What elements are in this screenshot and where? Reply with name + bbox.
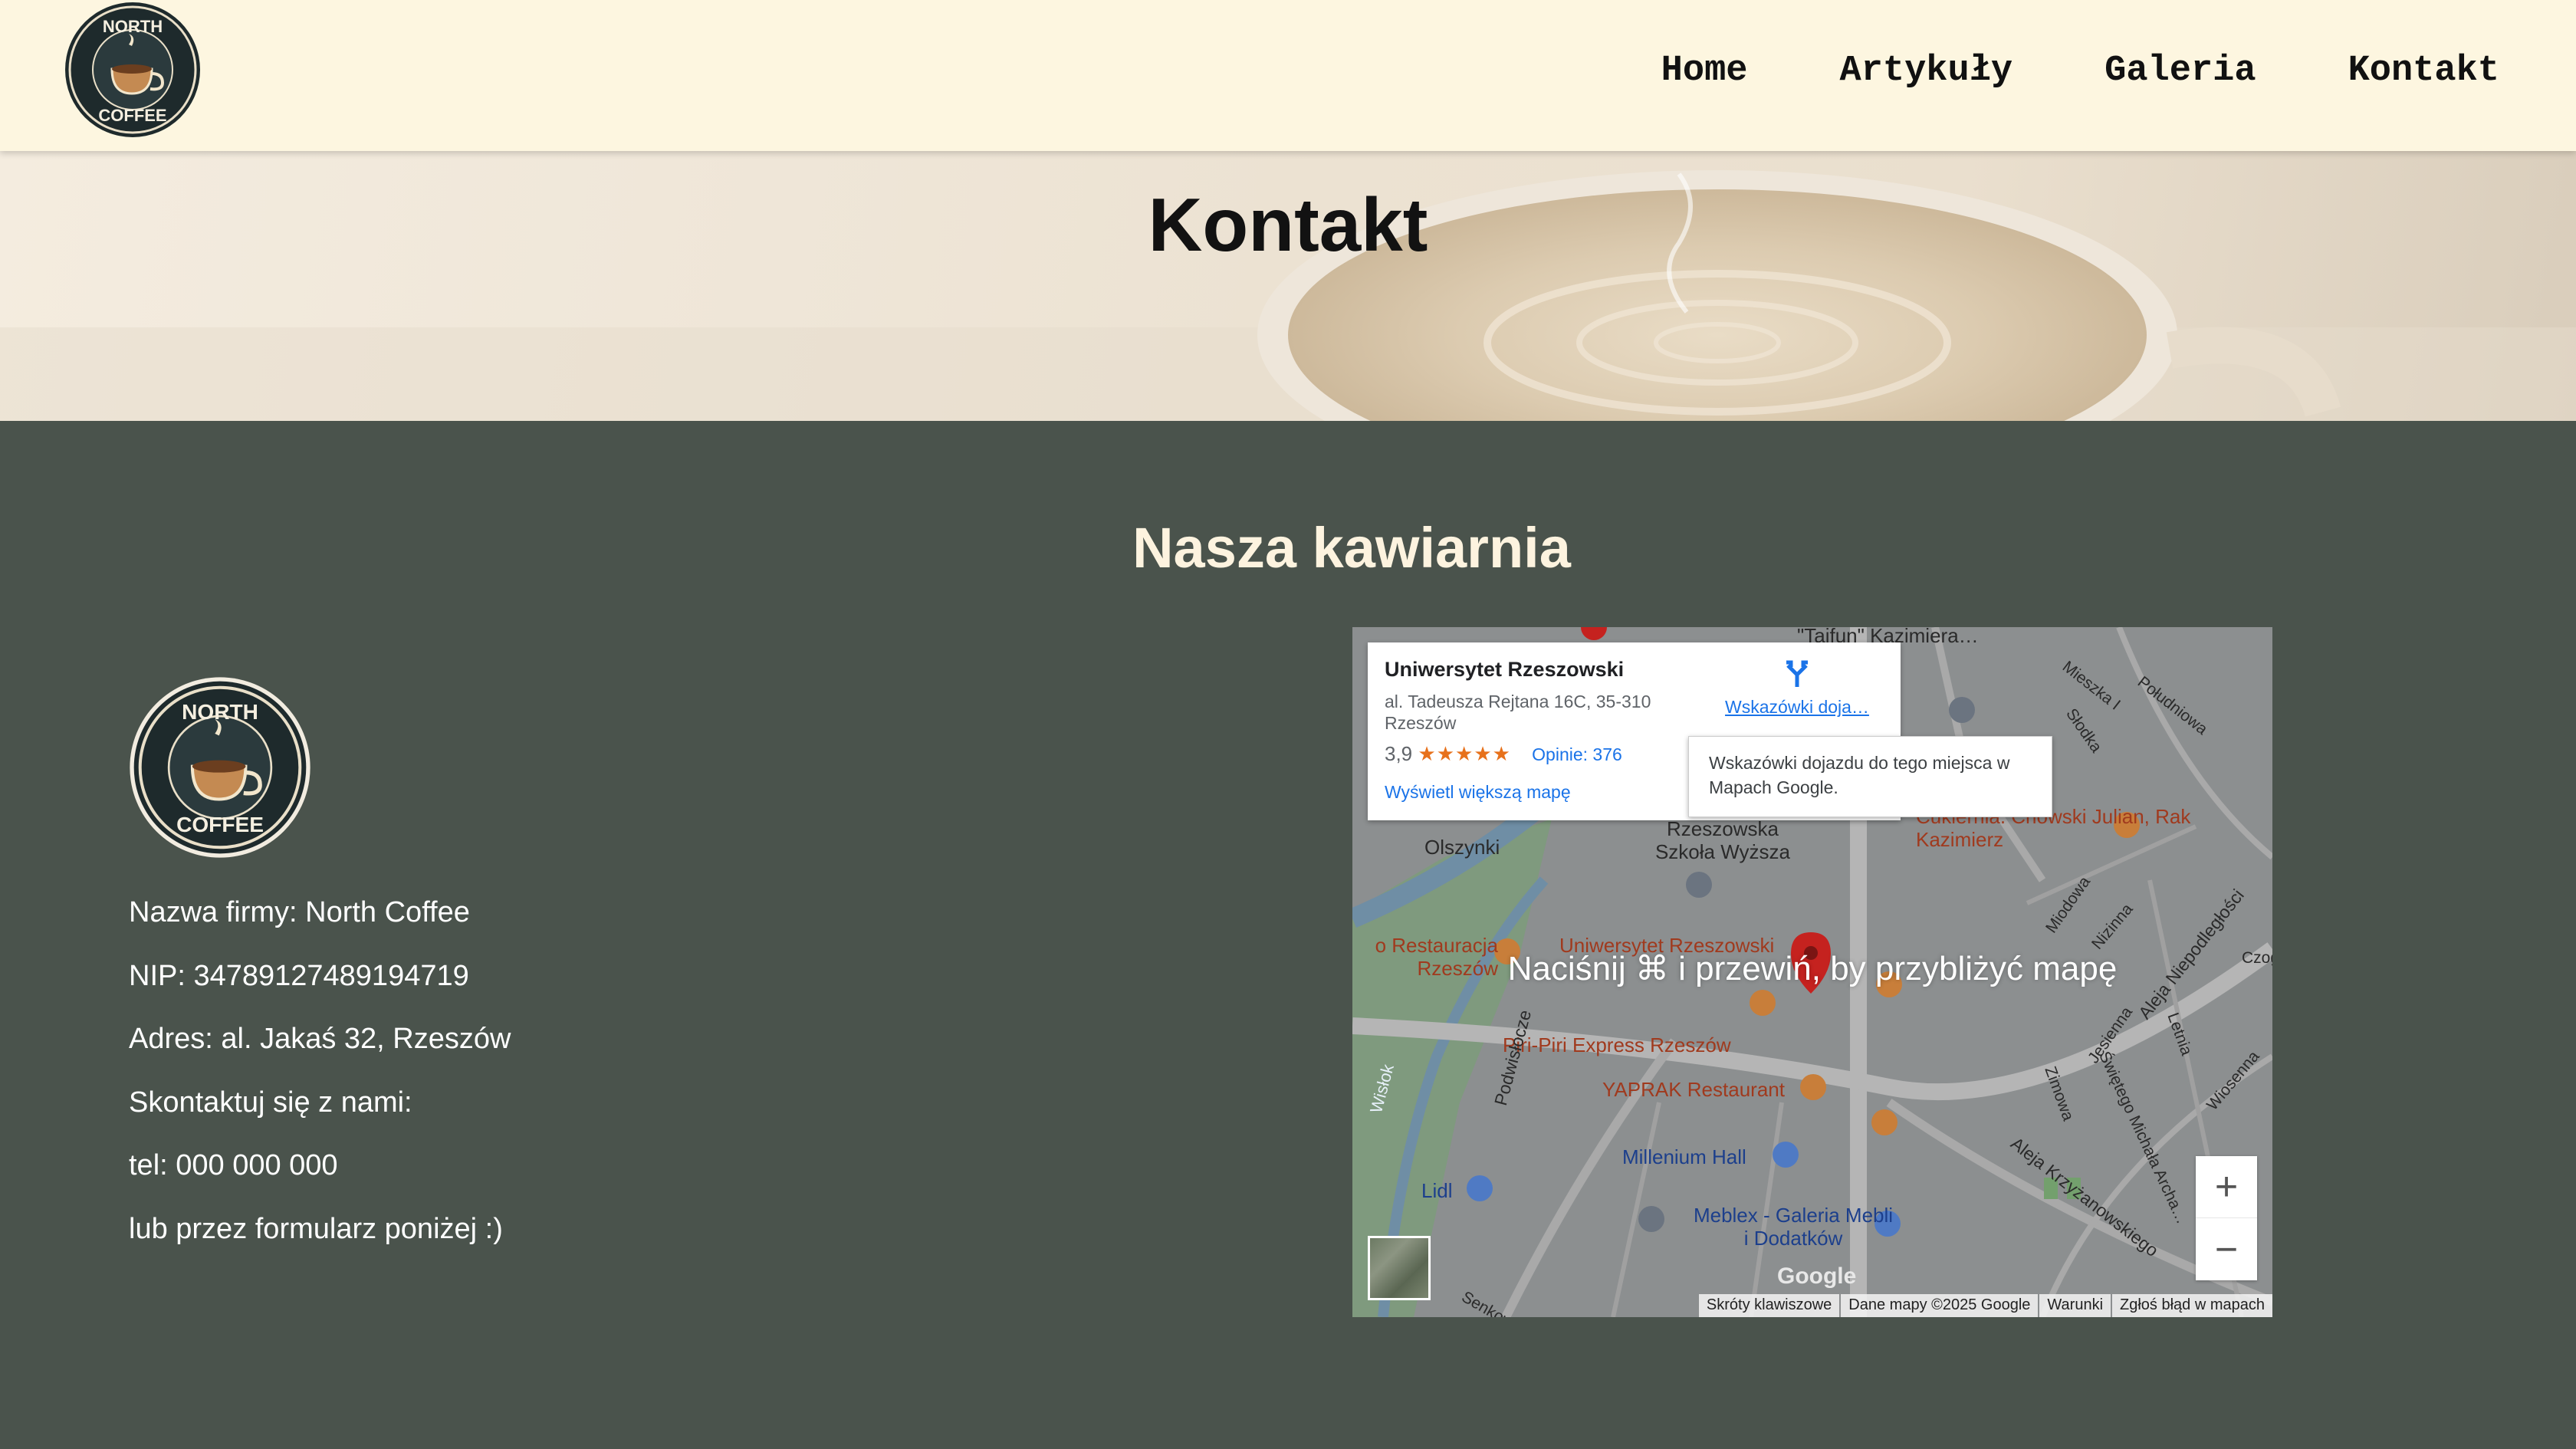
zoom-in-button[interactable]: +	[2196, 1156, 2257, 1218]
map-label-rzeszowska-szkola: Rzeszowska Szkoła Wyższa	[1654, 817, 1791, 863]
info-nip: NIP: 34789127489194719	[129, 959, 469, 992]
google-map-embed[interactable]: Olszynki Rzeszowska Szkoła Wyższa Cukier…	[1352, 627, 2272, 1317]
map-zoom-control: + −	[2196, 1156, 2257, 1280]
nav-kontakt[interactable]: Kontakt	[2348, 51, 2499, 91]
map-label-olszynki: Olszynki	[1424, 836, 1500, 859]
place-rating: 3,9 ★★★★★ Opinie: 376	[1385, 742, 1622, 766]
map-scroll-hint: Naciśnij ⌘ i przewiń, by przybliżyć mapę	[1507, 950, 2118, 987]
nav-artykuly[interactable]: Artykuły	[1839, 51, 2013, 91]
map-label-meblex: Meblex - Galeria Mebli i Dodatków	[1693, 1204, 1894, 1250]
place-address: al. Tadeusza Rejtana 16C, 35-310 Rzeszów	[1385, 692, 1651, 733]
place-rating-value: 3,9	[1385, 742, 1413, 765]
site-header: NORTH COFFEE Home Artykuły Galeria Konta…	[0, 0, 2576, 151]
info-company-name: Nazwa firmy: North Coffee	[129, 896, 470, 928]
nav-galeria[interactable]: Galeria	[2104, 51, 2256, 91]
map-data-attribution: Dane mapy ©2025 Google	[1841, 1294, 2039, 1317]
north-coffee-logo[interactable]: NORTH COFFEE	[64, 2, 201, 138]
zoom-out-button[interactable]: −	[2196, 1218, 2257, 1280]
map-label-lidl: Lidl	[1421, 1179, 1453, 1202]
main-nav: Home Artykuły Galeria Kontakt	[1661, 51, 2499, 91]
hero-banner: Kontakt	[0, 151, 2576, 421]
satellite-toggle-button[interactable]	[1368, 1236, 1431, 1300]
contact-info: Nazwa firmy: North Coffee NIP: 347891274…	[129, 889, 511, 1270]
map-label-yaprak: YAPRAK Restaurant	[1602, 1078, 1785, 1101]
map-attribution-bar: Skróty klawiszowe Dane mapy ©2025 Google…	[1697, 1294, 2272, 1317]
directions-tooltip: Wskazówki dojazdu do tego miejsca w Mapa…	[1688, 736, 2052, 817]
section-title: Nasza kawiarnia	[1132, 516, 1571, 580]
place-reviews-link[interactable]: Opinie: 376	[1532, 744, 1622, 764]
keyboard-shortcuts-link[interactable]: Skróty klawiszowe	[1698, 1294, 1840, 1317]
report-error-link[interactable]: Zgłoś błąd w mapach	[2112, 1294, 2272, 1317]
page-title: Kontakt	[1148, 182, 1428, 267]
terms-link[interactable]: Warunki	[2039, 1294, 2111, 1317]
nav-home[interactable]: Home	[1661, 51, 1748, 91]
directions-icon	[1786, 660, 1808, 687]
view-larger-map-link[interactable]: Wyświetl większą mapę	[1385, 782, 1571, 803]
logo-text-coffee: COFFEE	[98, 106, 166, 125]
logo-text-north: NORTH	[103, 17, 163, 36]
star-rating-icon: ★★★★★	[1418, 742, 1511, 765]
info-form-note: lub przez formularz poniżej :)	[129, 1212, 503, 1245]
info-address: Adres: al. Jakaś 32, Rzeszów	[129, 1023, 511, 1056]
logo-large-text-coffee: COFFEE	[176, 813, 264, 836]
map-label-millenium-hall: Millenium Hall	[1622, 1145, 1746, 1168]
directions-link[interactable]: Wskazówki doja…	[1717, 697, 1878, 718]
map-label-piri-piri: Piri-Piri Express Rzeszów	[1503, 1033, 1731, 1056]
logo-large-text-north: NORTH	[182, 700, 258, 724]
google-logo: Google	[1777, 1263, 1857, 1289]
directions-button[interactable]: Wskazówki doja…	[1717, 658, 1878, 718]
info-contact-heading: Skontaktuj się z nami:	[129, 1086, 412, 1119]
north-coffee-logo-large: NORTH COFFEE	[129, 676, 311, 859]
info-phone: tel: 000 000 000	[129, 1149, 338, 1182]
